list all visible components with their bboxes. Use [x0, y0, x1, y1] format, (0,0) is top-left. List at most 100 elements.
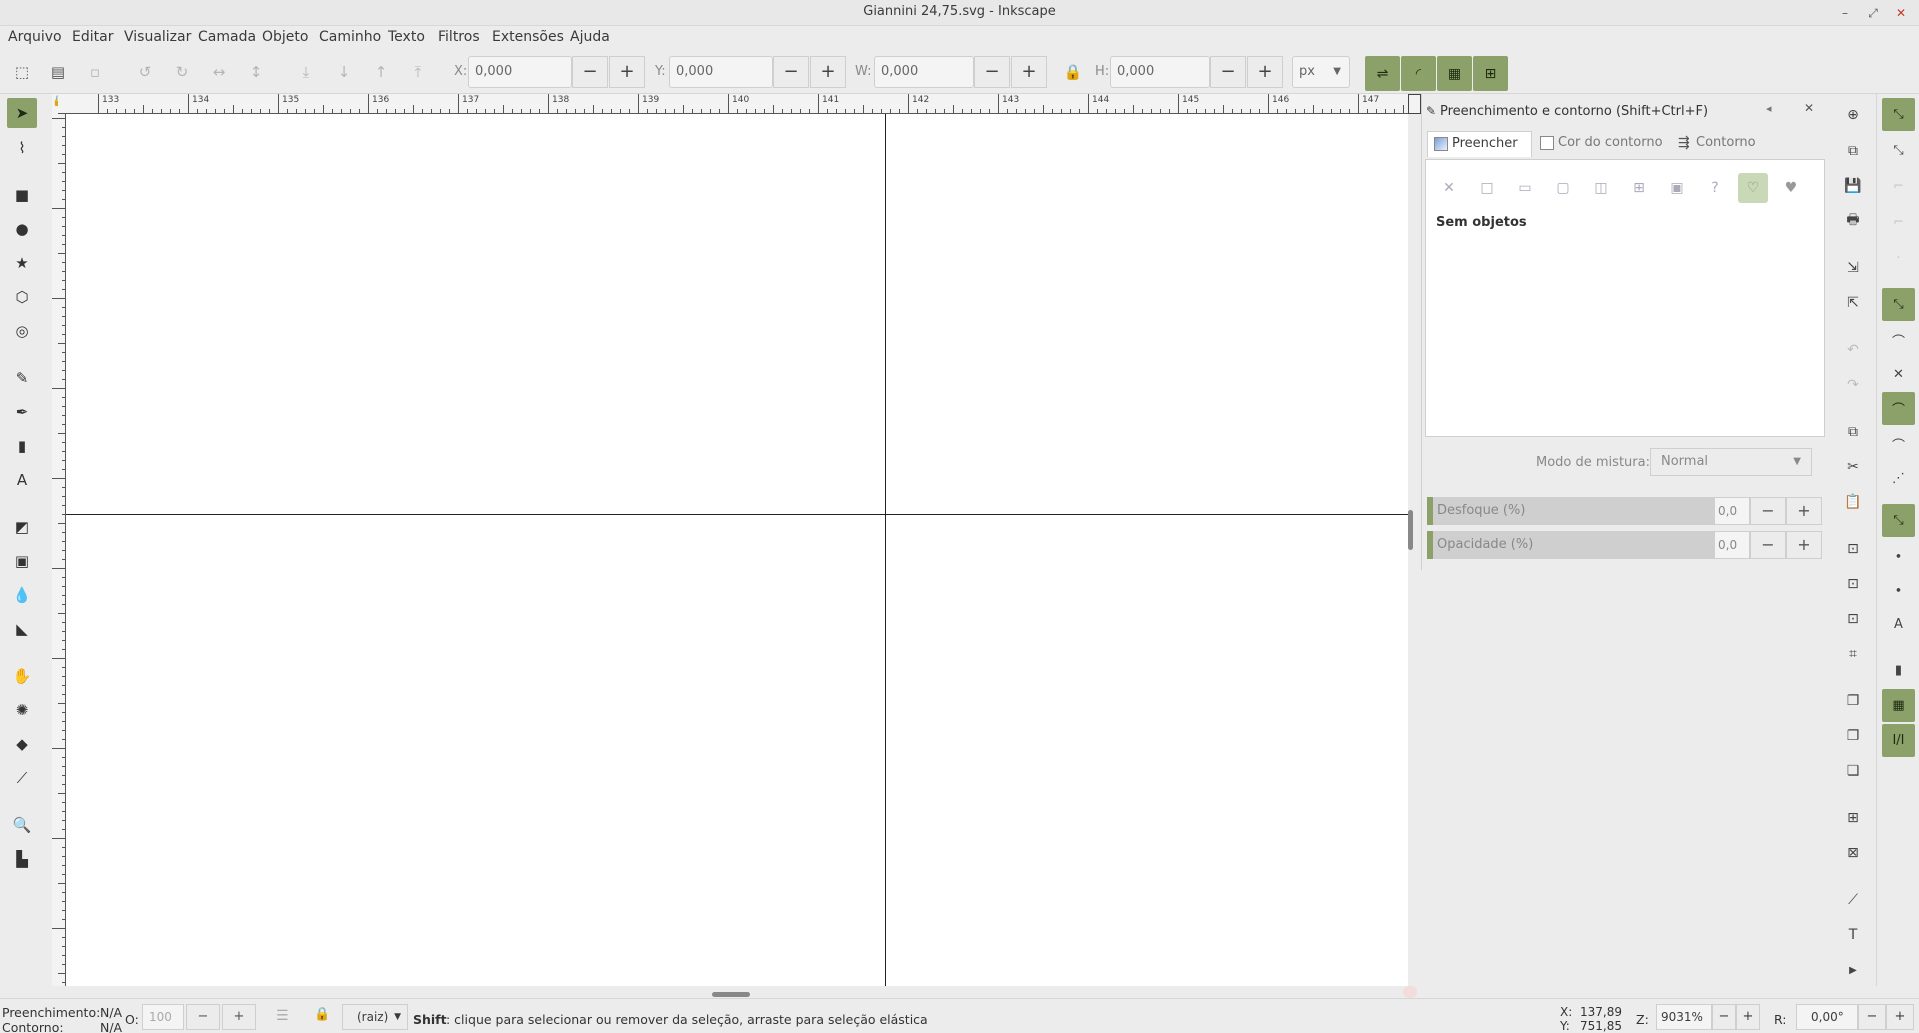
dropper-tool-icon[interactable]: 💧	[7, 580, 37, 610]
w-field[interactable]: 0,000	[874, 56, 974, 88]
layer-visibility-icon[interactable]: ☰	[276, 1008, 289, 1024]
blur-plus-button[interactable]: +	[1786, 497, 1822, 525]
w-plus-button[interactable]: +	[1011, 56, 1047, 88]
vertical-guide[interactable]	[885, 114, 886, 986]
swatch-icon[interactable]: ▣	[1662, 173, 1692, 203]
ellipse-tool-icon[interactable]: ●	[7, 214, 37, 244]
radial-gradient-icon[interactable]: ▢	[1548, 173, 1578, 203]
x-field[interactable]: 0,000	[468, 56, 572, 88]
snap-bbox-corners-icon[interactable]: ⌐	[1882, 206, 1915, 239]
pattern-icon[interactable]: ⊞	[1624, 173, 1654, 203]
lock-icon[interactable]: 🔒	[1062, 61, 1084, 83]
undo-icon[interactable]: ↶	[1840, 337, 1866, 363]
flat-color-icon[interactable]: □	[1472, 173, 1502, 203]
h-field[interactable]: 0,000	[1110, 56, 1210, 88]
snap-cusp-nodes-icon[interactable]: ⌒	[1882, 392, 1915, 425]
connector-tool-icon[interactable]: ⟋	[7, 763, 37, 793]
pen-tool-icon[interactable]: ✒	[7, 397, 37, 427]
raise-top-icon[interactable]: ⤒	[407, 61, 429, 83]
selector-tool-icon[interactable]: ➤	[7, 98, 37, 128]
menu-arquivo[interactable]: Arquivo	[8, 29, 62, 45]
deselect-icon[interactable]: ▫	[84, 61, 106, 83]
transform-gradients-icon[interactable]: ▦	[1437, 56, 1472, 91]
horizontal-guide[interactable]	[66, 514, 1408, 515]
rotate-cw-icon[interactable]: ↻	[171, 61, 193, 83]
select-all-layers-icon[interactable]: ▤	[47, 61, 69, 83]
h-minus-button[interactable]: −	[1210, 56, 1246, 88]
menu-camada[interactable]: Camada	[198, 29, 256, 45]
blur-slider[interactable]: Desfoque (%)	[1427, 497, 1714, 525]
x-minus-button[interactable]: −	[572, 56, 608, 88]
y-minus-button[interactable]: −	[773, 56, 809, 88]
zoom-width-icon[interactable]: ⌗	[1840, 641, 1866, 667]
spray-tool-icon[interactable]: ✺	[7, 695, 37, 725]
opacity-slider[interactable]: Opacidade (%)	[1427, 531, 1714, 559]
scale-corners-icon[interactable]: ◜	[1401, 56, 1436, 91]
unit-select[interactable]: px ▼	[1292, 56, 1350, 88]
menu-caminho[interactable]: Caminho	[319, 29, 381, 45]
mesh-tool-icon[interactable]: ▣	[7, 546, 37, 576]
paint-bucket-tool-icon[interactable]: ◣	[7, 614, 37, 644]
menu-filtros[interactable]: Filtros	[438, 29, 480, 45]
blend-mode-select[interactable]: Normal ▼	[1650, 448, 1812, 476]
flip-horizontal-icon[interactable]: ↔	[208, 61, 230, 83]
drawing-canvas[interactable]	[66, 114, 1408, 986]
snap-rotation-center-icon[interactable]: ∙	[1882, 574, 1915, 607]
toggle-commands-icon[interactable]	[1408, 94, 1421, 114]
linear-gradient-icon[interactable]: ▭	[1510, 173, 1540, 203]
redo-icon[interactable]: ↷	[1840, 372, 1866, 398]
minimize-icon[interactable]: –	[1836, 4, 1854, 22]
menu-editar[interactable]: Editar	[72, 29, 113, 45]
snap-others-icon[interactable]: ⤡	[1882, 504, 1915, 537]
tab-stroke-style[interactable]: ⇶ Contorno	[1672, 131, 1772, 157]
save-icon[interactable]: 💾	[1840, 173, 1866, 199]
y-field[interactable]: 0,000	[669, 56, 773, 88]
snap-bbox-edges-icon[interactable]: ⌐	[1882, 170, 1915, 203]
text-font-icon[interactable]: T	[1840, 922, 1866, 948]
horizontal-scrollbar[interactable]	[712, 992, 750, 997]
snap-centers-icon[interactable]: ∙	[1882, 540, 1915, 573]
3d-box-tool-icon[interactable]: ⬡	[7, 282, 37, 312]
tab-stroke-paint[interactable]: Cor do contorno	[1534, 131, 1664, 157]
open-document-icon[interactable]: ⧉	[1840, 138, 1866, 164]
snap-bbox-midpoints-icon[interactable]: ·	[1882, 242, 1915, 275]
zoom-plus-button[interactable]: +	[1736, 1004, 1760, 1030]
node-tool-icon[interactable]: ⌇	[7, 133, 37, 163]
group-icon[interactable]: ⊞	[1840, 805, 1866, 831]
fill-stroke-icon[interactable]: ⟋	[1840, 887, 1866, 913]
rotate-minus-button[interactable]: −	[1858, 1004, 1886, 1030]
opacity-plus-button[interactable]: +	[1786, 531, 1822, 559]
menu-objeto[interactable]: Objeto	[262, 29, 308, 45]
rotate-ccw-icon[interactable]: ↺	[134, 61, 156, 83]
opacity-minus-button[interactable]: −	[186, 1004, 220, 1030]
print-icon[interactable]: 🖶	[1840, 208, 1866, 234]
clone-icon[interactable]: ❐	[1840, 723, 1866, 749]
no-paint-icon[interactable]: ✕	[1434, 173, 1464, 203]
cut-icon[interactable]: ✂	[1840, 454, 1866, 480]
transform-patterns-icon[interactable]: ⊞	[1473, 56, 1508, 91]
export-icon[interactable]: ⇱	[1840, 290, 1866, 316]
opacity-field[interactable]: 0,0	[1714, 531, 1750, 559]
snap-nodes-icon[interactable]: ⤡	[1882, 288, 1915, 321]
zoom-field[interactable]: 9031%	[1656, 1004, 1712, 1030]
blur-minus-button[interactable]: −	[1750, 497, 1786, 525]
zoom-drawing-icon[interactable]: ⊡	[1840, 571, 1866, 597]
layer-lock-icon[interactable]: 🔒	[314, 1007, 330, 1022]
menu-extensoes[interactable]: Extensões	[492, 29, 564, 45]
unlink-clone-icon[interactable]: ❏	[1840, 758, 1866, 784]
evenodd-fill-icon[interactable]: ♥	[1776, 173, 1806, 203]
pencil-tool-icon[interactable]: ✎	[7, 363, 37, 393]
vertical-scrollbar[interactable]	[1408, 510, 1413, 550]
menu-texto[interactable]: Texto	[388, 29, 425, 45]
rotate-field[interactable]: 0,00°	[1796, 1004, 1858, 1030]
close-icon[interactable]: ✕	[1892, 4, 1910, 22]
measure-tool-icon[interactable]: ▙	[7, 844, 37, 874]
lower-icon[interactable]: ↓	[333, 61, 355, 83]
rotate-plus-button[interactable]: +	[1886, 1004, 1914, 1030]
paste-icon[interactable]: 📋	[1840, 489, 1866, 515]
zoom-page-icon[interactable]: ⊡	[1840, 606, 1866, 632]
snap-bbox-icon[interactable]: ⤡	[1882, 134, 1915, 167]
dock-menu-icon[interactable]: ◂	[1766, 102, 1772, 115]
snap-smooth-nodes-icon[interactable]: ⌒	[1882, 428, 1915, 461]
menu-ajuda[interactable]: Ajuda	[570, 29, 610, 45]
